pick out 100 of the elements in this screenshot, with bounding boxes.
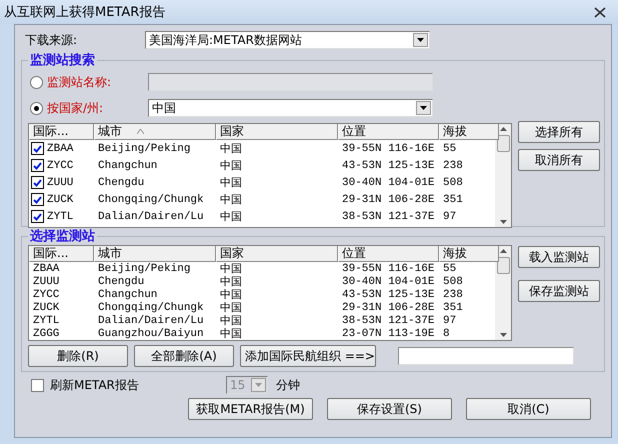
window-title: 从互联网上获得METAR报告 [4, 4, 166, 21]
table-cell-text: 30-40N 104-01E [341, 176, 436, 188]
table-cell-text: 97 [442, 314, 458, 326]
table-cell-text: 29-31N 106-28E [341, 194, 436, 206]
source-dropdown[interactable]: 美国海洋局:METAR数据网站 [145, 31, 430, 49]
table-cell-text: Changchun [97, 160, 158, 172]
table-cell-text: 中国 [219, 301, 243, 315]
footer-button[interactable]: 取消(C) [466, 398, 591, 420]
source-label: 下载来源: [25, 32, 78, 48]
checkbox[interactable] [31, 142, 44, 155]
footer-button[interactable]: 保存设置(S) [327, 398, 452, 420]
table-cell-text: 238 [442, 288, 464, 300]
table-cell-text: 55 [442, 142, 458, 154]
table-cell-text: 中国 [219, 210, 243, 224]
table-cell-text: Guangzhou/Baiyun [97, 328, 205, 340]
table-cell-text: ZGGG [32, 328, 60, 340]
scroll-down-icon[interactable] [500, 333, 506, 337]
unit-label: 分钟 [276, 376, 300, 394]
table-cell-text: 351 [442, 302, 464, 314]
table-cell: ZYTL [47, 210, 74, 222]
table-cell: ZYCC [47, 160, 74, 172]
table-cell-text: 38-53N 121-37E [341, 314, 436, 326]
table-cell-text: Dalian/Dairen/Lu [97, 210, 205, 222]
table-cell: ZUCK [47, 194, 74, 206]
scroll-up-icon[interactable] [500, 127, 506, 131]
radio-button[interactable] [30, 76, 43, 88]
column-header[interactable]: 国家 [216, 124, 338, 140]
table-cell-text: 中国 [219, 159, 243, 173]
column-header[interactable]: 国际... [29, 246, 94, 262]
close-icon[interactable] [594, 6, 606, 18]
scrollbar-thumb[interactable] [496, 257, 510, 274]
column-header[interactable]: 国家 [216, 246, 338, 262]
checkbox[interactable] [31, 193, 44, 206]
table-cell-text: 351 [442, 194, 464, 206]
table-cell-text: 508 [442, 176, 464, 188]
table-cell-text: Changchun [97, 288, 158, 300]
icao-code-field[interactable] [398, 347, 574, 365]
scrollbar-thumb[interactable] [496, 135, 510, 152]
column-header[interactable]: 城市 [94, 124, 216, 140]
table-cell-text: ZYTL [32, 314, 60, 326]
table-cell-text: Chengdu [97, 176, 146, 188]
table-cell-text: 中国 [219, 142, 243, 156]
scrollbar[interactable] [495, 246, 511, 340]
table-cell-text: 中国 [219, 275, 243, 289]
table-cell-text: 508 [442, 276, 464, 288]
table-cell: ZUUU [47, 176, 74, 188]
side-button[interactable]: 载入监测站 [518, 246, 600, 268]
dropdown-arrow-icon [420, 106, 427, 110]
table-cell-text: Chongqing/Chungk [97, 194, 205, 206]
table-cell-text: 97 [442, 210, 458, 222]
table-cell-text: Beijing/Peking [97, 262, 192, 274]
table-cell-text: 30-40N 104-01E [341, 276, 436, 288]
checkbox[interactable] [31, 159, 44, 172]
group-title: 选择监测站 [29, 228, 96, 245]
table-cell-text: 23-07N 113-19E [341, 328, 436, 340]
table-cell-text: 43-53N 125-13E [341, 160, 436, 172]
table-cell-text: 55 [442, 262, 458, 274]
table-cell-text: 43-53N 125-13E [341, 288, 436, 300]
column-header[interactable]: 国际... [29, 124, 94, 140]
action-button[interactable]: 全部删除(A) [134, 345, 234, 367]
scroll-up-icon[interactable] [500, 249, 506, 253]
table-cell-text: 39-55N 116-16E [341, 142, 436, 154]
table-cell-text: 中国 [219, 327, 243, 340]
radio-button[interactable] [30, 102, 43, 114]
table-cell-text: 238 [442, 160, 464, 172]
table-cell-text: 38-53N 121-37E [341, 210, 436, 222]
table-cell-text: 中国 [219, 193, 243, 207]
group-title: 监测站搜索 [29, 52, 96, 69]
station-name-field[interactable] [148, 73, 433, 91]
side-button[interactable]: 取消所有 [518, 149, 600, 171]
table-cell-text: ZBAA [32, 262, 60, 274]
footer-button[interactable]: 获取METAR报告(M) [188, 398, 313, 420]
table-cell-text: ZUUU [32, 276, 60, 288]
table-cell-text: Chengdu [97, 276, 146, 288]
column-header[interactable]: 海拔 [439, 124, 499, 140]
table-cell-text: Chongqing/Chungk [97, 302, 205, 314]
table-cell-text: 中国 [219, 314, 243, 328]
table-cell-text: Beijing/Peking [97, 142, 192, 154]
side-button[interactable]: 保存监测站 [518, 280, 600, 302]
table-cell-text: 29-31N 106-28E [341, 302, 436, 314]
table-cell-text: ZYCC [32, 288, 60, 300]
checkbox[interactable] [31, 176, 44, 189]
column-header[interactable]: 城市 [94, 246, 216, 262]
checkbox[interactable] [31, 210, 44, 223]
country-dropdown[interactable]: 中国 [148, 99, 433, 117]
table-cell: ZBAA [47, 142, 74, 154]
action-button[interactable]: 添加国际民航组织 ==> [240, 345, 376, 367]
scroll-down-icon[interactable] [500, 220, 506, 224]
refresh-label: 刷新METAR报告 [50, 376, 140, 394]
dropdown-arrow-icon [255, 383, 262, 387]
checkbox[interactable] [31, 378, 44, 392]
scrollbar[interactable] [495, 124, 511, 227]
column-header[interactable]: 位置 [338, 246, 439, 262]
side-button[interactable]: 选择所有 [518, 121, 600, 143]
column-header[interactable]: 海拔 [439, 246, 499, 262]
table-cell-text: Dalian/Dairen/Lu [97, 314, 205, 326]
radio-label: 按国家/州: [47, 100, 104, 116]
dropdown-arrow-icon [417, 38, 424, 42]
action-button[interactable]: 删除(R) [28, 345, 128, 367]
column-header[interactable]: 位置 [338, 124, 439, 140]
